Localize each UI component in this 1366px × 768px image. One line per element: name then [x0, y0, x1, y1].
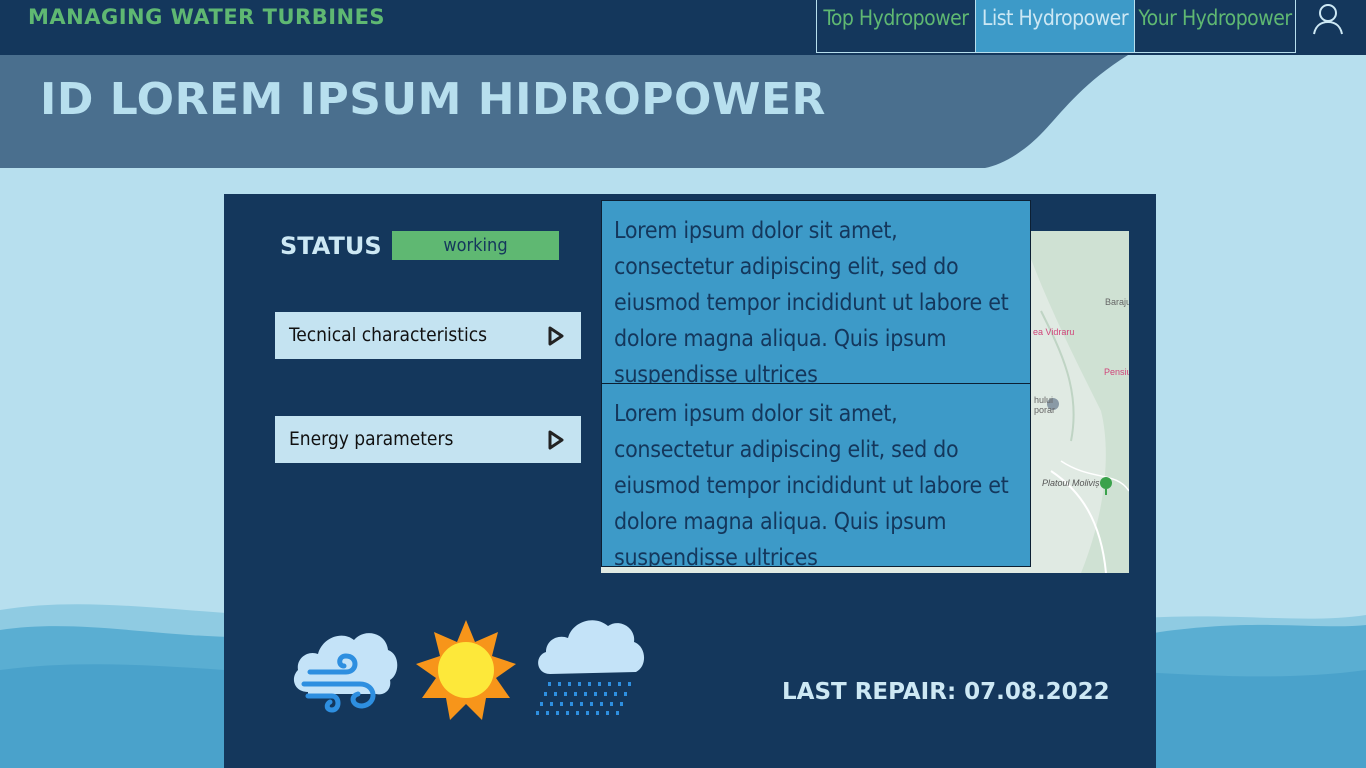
hydropower-detail-panel: STATUS working Tecnical characteristics …	[224, 194, 1156, 768]
status-label: STATUS	[280, 232, 382, 260]
top-nav-bar: MANAGING WATER TURBINES Top Hydropower L…	[0, 0, 1366, 55]
status-badge: working	[392, 231, 559, 260]
sun-icon	[416, 620, 516, 720]
play-icon	[548, 326, 564, 346]
tab-top-hydropower[interactable]: Top Hydropower	[816, 0, 976, 53]
rain-cloud-icon	[536, 620, 645, 715]
map-label-baraj: Baraju	[1105, 297, 1129, 307]
map-label-porar: porar	[1034, 405, 1056, 415]
technical-characteristics-label: Tecnical characteristics	[289, 324, 488, 346]
info-box-1: Lorem ipsum dolor sit amet, consectetur …	[601, 200, 1031, 384]
energy-parameters-button[interactable]: Energy parameters	[275, 416, 581, 463]
map-label-platou: Platoul Moliviș	[1042, 478, 1100, 488]
tab-your-hydropower[interactable]: Your Hydropower	[1134, 0, 1296, 53]
play-icon	[548, 430, 564, 450]
page-title: ID LOREM IPSUM HIDROPOWER	[40, 74, 826, 125]
map-label-hulu: hului	[1034, 395, 1054, 405]
tab-list-hydropower[interactable]: List Hydropower	[975, 0, 1135, 53]
info-box-2: Lorem ipsum dolor sit amet, consectetur …	[601, 383, 1031, 567]
app-title: MANAGING WATER TURBINES	[28, 5, 386, 29]
wind-cloud-icon	[293, 633, 398, 713]
user-icon[interactable]	[1311, 2, 1345, 36]
map-label-pensiu: Pensiu	[1104, 367, 1129, 377]
technical-characteristics-button[interactable]: Tecnical characteristics	[275, 312, 581, 359]
last-repair-date: LAST REPAIR: 07.08.2022	[782, 679, 1110, 705]
map-label-vidraru: ea Vidraru	[1033, 327, 1075, 337]
energy-parameters-label: Energy parameters	[289, 428, 454, 450]
